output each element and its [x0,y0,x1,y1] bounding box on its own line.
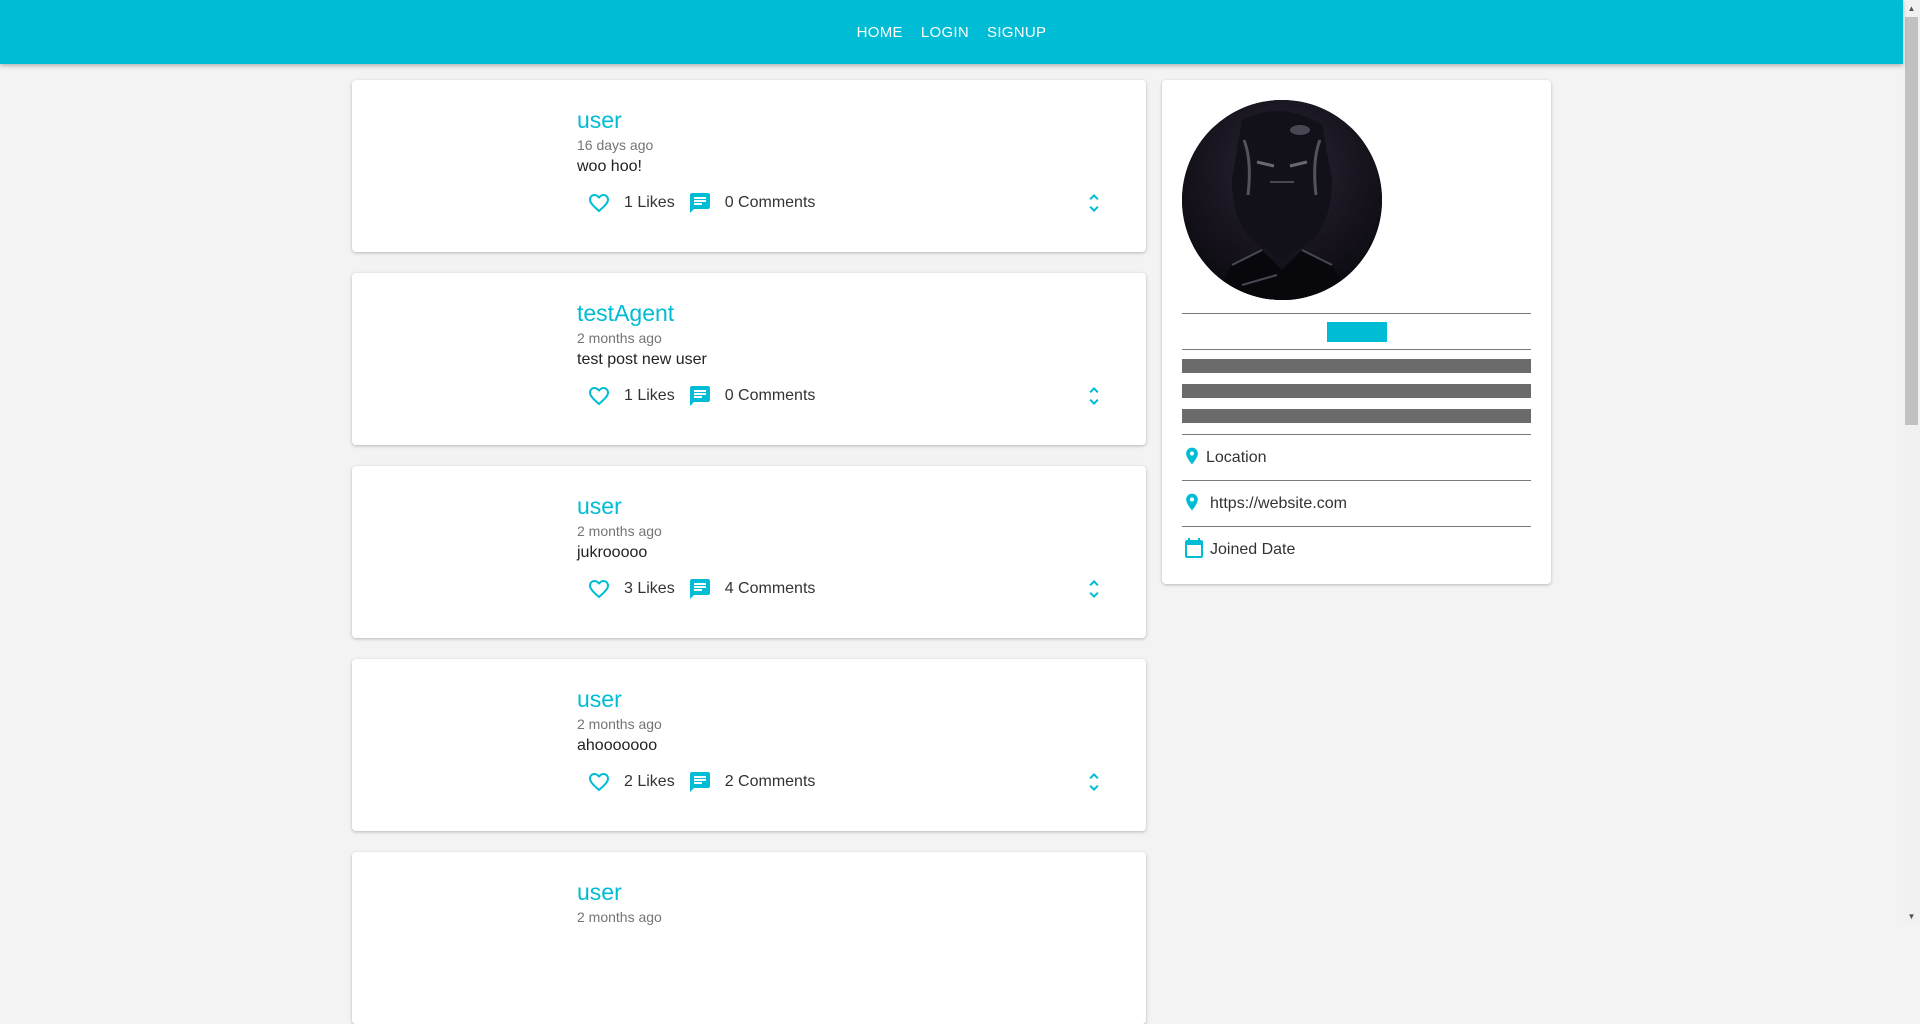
divider [1182,480,1531,481]
scroll-up-arrow-icon[interactable]: ▲ [1903,0,1920,17]
navbar: HOME LOGIN SIGNUP [0,0,1903,64]
nav-home-link[interactable]: HOME [848,18,912,47]
post-username[interactable]: user [577,685,622,713]
nav-signup-link[interactable]: SIGNUP [978,18,1055,47]
post-body: jukrooooo [577,544,648,561]
post-card: user 2 months ago jukrooooo 3 Likes 4 Co… [352,466,1146,638]
comments-count: 0 Comments [724,194,816,211]
avatar [1182,100,1382,300]
unfold-more-icon[interactable] [1079,188,1109,218]
bio-placeholder-line [1182,409,1531,423]
unfold-more-icon[interactable] [1079,381,1109,411]
profile-website-row: https://website.com [1182,489,1347,519]
profile-joined-row: Joined Date [1182,535,1295,565]
post-body: ahooooooo [577,737,658,754]
unfold-more-icon[interactable] [1079,574,1109,604]
post-body: test post new user [577,351,707,368]
unfold-more-icon[interactable] [1079,767,1109,797]
post-body: woo hoo! [577,158,642,175]
profile-website-link[interactable]: https://website.com [1210,495,1347,513]
post-actions: 2 Likes 2 Comments [584,767,825,797]
profile-location: Location [1206,449,1267,466]
post-timestamp: 2 months ago [577,909,662,925]
comments-count: 0 Comments [724,387,816,404]
post-username[interactable]: testAgent [577,299,674,327]
post-timestamp: 2 months ago [577,330,662,346]
post-username[interactable]: user [577,106,622,134]
chat-icon[interactable] [685,574,715,604]
profile-joined-date: Joined Date [1210,541,1296,558]
post-username[interactable]: user [577,878,622,906]
divider [1182,434,1531,435]
heart-outline-icon[interactable] [584,574,614,604]
divider [1182,313,1531,314]
post-timestamp: 16 days ago [577,137,654,153]
heart-outline-icon[interactable] [584,381,614,411]
heart-outline-icon[interactable] [584,188,614,218]
post-timestamp: 2 months ago [577,523,662,539]
bio-placeholder-line [1182,359,1531,373]
nav-login-link[interactable]: LOGIN [912,18,978,47]
chat-icon[interactable] [685,767,715,797]
post-actions: 1 Likes 0 Comments [584,381,825,411]
post-actions: 1 Likes 0 Comments [584,188,825,218]
post-card: user 16 days ago woo hoo! 1 Likes 0 Comm… [352,80,1146,252]
page-scrollbar[interactable]: ▲ ▼ [1903,0,1920,925]
calendar-icon [1182,536,1206,565]
location-pin-icon [1182,444,1202,473]
likes-count: 3 Likes [624,580,675,597]
post-card: testAgent 2 months ago test post new use… [352,273,1146,445]
profile-handle-placeholder[interactable] [1327,322,1387,342]
scroll-down-arrow-icon[interactable]: ▼ [1903,908,1920,925]
location-pin-icon [1182,490,1202,519]
post-username[interactable]: user [577,492,622,520]
profile-location-row: Location [1182,443,1267,473]
likes-count: 1 Likes [624,194,675,211]
profile-card: Location https://website.com Joined Date [1162,80,1551,584]
divider [1182,526,1531,527]
post-card: user 2 months ago [352,852,1146,1024]
post-card: user 2 months ago ahooooooo 2 Likes 2 Co… [352,659,1146,831]
likes-count: 1 Likes [624,387,675,404]
heart-outline-icon[interactable] [584,767,614,797]
post-timestamp: 2 months ago [577,716,662,732]
likes-count: 2 Likes [624,773,675,790]
comments-count: 4 Comments [724,580,816,597]
comments-count: 2 Comments [724,773,816,790]
bio-placeholder-line [1182,384,1531,398]
chat-icon[interactable] [685,188,715,218]
divider [1182,349,1531,350]
chat-icon[interactable] [685,381,715,411]
post-actions: 3 Likes 4 Comments [584,574,825,604]
scrollbar-thumb[interactable] [1905,17,1918,425]
